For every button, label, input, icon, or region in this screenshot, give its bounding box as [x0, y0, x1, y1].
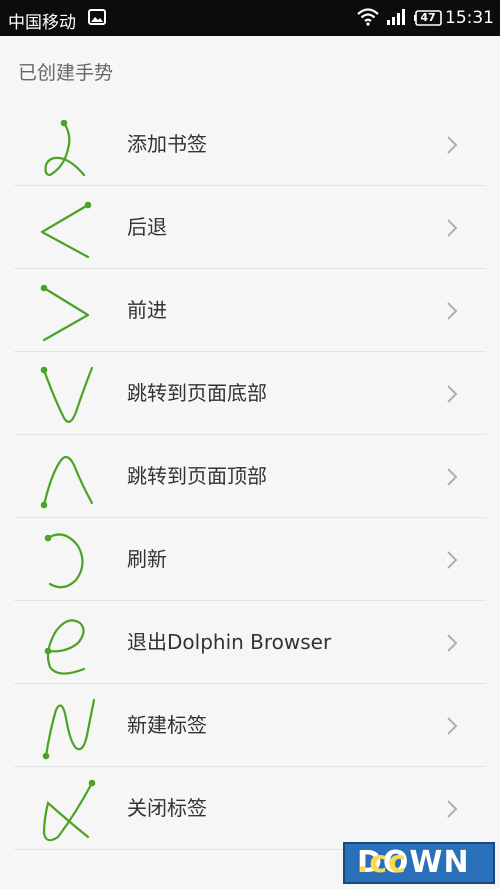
gesture-caret-icon: [40, 455, 94, 509]
gesture-a-icon: [44, 119, 86, 177]
gesture-refresh-icon: [44, 533, 84, 589]
clock: 15:31: [445, 8, 494, 28]
gesture-row-page-bottom[interactable]: 跳转到页面底部: [14, 352, 486, 435]
chevron-right-icon: [447, 468, 458, 486]
chevron-right-icon: [447, 302, 458, 320]
gesture-label: 刷新: [127, 547, 167, 571]
gesture-label: 后退: [127, 215, 167, 239]
gesture-row-add-bookmark[interactable]: 添加书签: [14, 103, 486, 186]
gesture-row-new-tab[interactable]: 新建标签: [14, 684, 486, 767]
watermark-suffix: .cc: [357, 845, 407, 880]
chevron-right-icon: [447, 219, 458, 237]
gesture-label: 跳转到页面顶部: [127, 464, 267, 488]
gesture-row-back[interactable]: 后退: [14, 186, 486, 269]
gesture-row-close-tab[interactable]: 关闭标签: [14, 767, 486, 850]
chevron-right-icon: [447, 634, 458, 652]
section-title: 已创建手势: [18, 62, 114, 84]
gesture-row-forward[interactable]: 前进: [14, 269, 486, 352]
chevron-right-icon: [447, 551, 458, 569]
gesture-v-icon: [40, 366, 94, 423]
status-bar: 中国移动 47 15:31: [0, 0, 500, 36]
gesture-label: 退出Dolphin Browser: [127, 630, 332, 654]
gesture-label: 新建标签: [127, 713, 207, 737]
wifi-icon: [357, 8, 379, 26]
gesture-row-exit[interactable]: 退出Dolphin Browser: [14, 601, 486, 684]
signal-strength-icon: [387, 9, 405, 25]
gesture-n-icon: [42, 698, 96, 760]
battery-level: 47: [420, 11, 436, 24]
watermark-logo: DOWN .cc: [343, 842, 495, 884]
gesture-row-page-top[interactable]: 跳转到页面顶部: [14, 435, 486, 518]
gesture-label: 关闭标签: [127, 796, 207, 820]
gesture-label: 添加书签: [127, 132, 207, 156]
gesture-e-icon: [44, 619, 86, 675]
carrier-name: 中国移动: [8, 13, 76, 33]
gesture-less-than-icon: [40, 201, 92, 259]
chevron-right-icon: [447, 385, 458, 403]
gesture-x-icon: [42, 779, 96, 842]
chevron-right-icon: [447, 717, 458, 735]
gesture-greater-than-icon: [40, 284, 90, 342]
gesture-label: 前进: [127, 298, 167, 322]
gesture-row-refresh[interactable]: 刷新: [14, 518, 486, 601]
gesture-label: 跳转到页面底部: [127, 381, 267, 405]
image-notification-icon: [88, 9, 106, 25]
chevron-right-icon: [447, 136, 458, 154]
chevron-right-icon: [447, 800, 458, 818]
gesture-list: 添加书签 后退 前进 跳转到页面底部 跳转到页面顶部 刷新 退出Dolphin …: [14, 103, 486, 850]
